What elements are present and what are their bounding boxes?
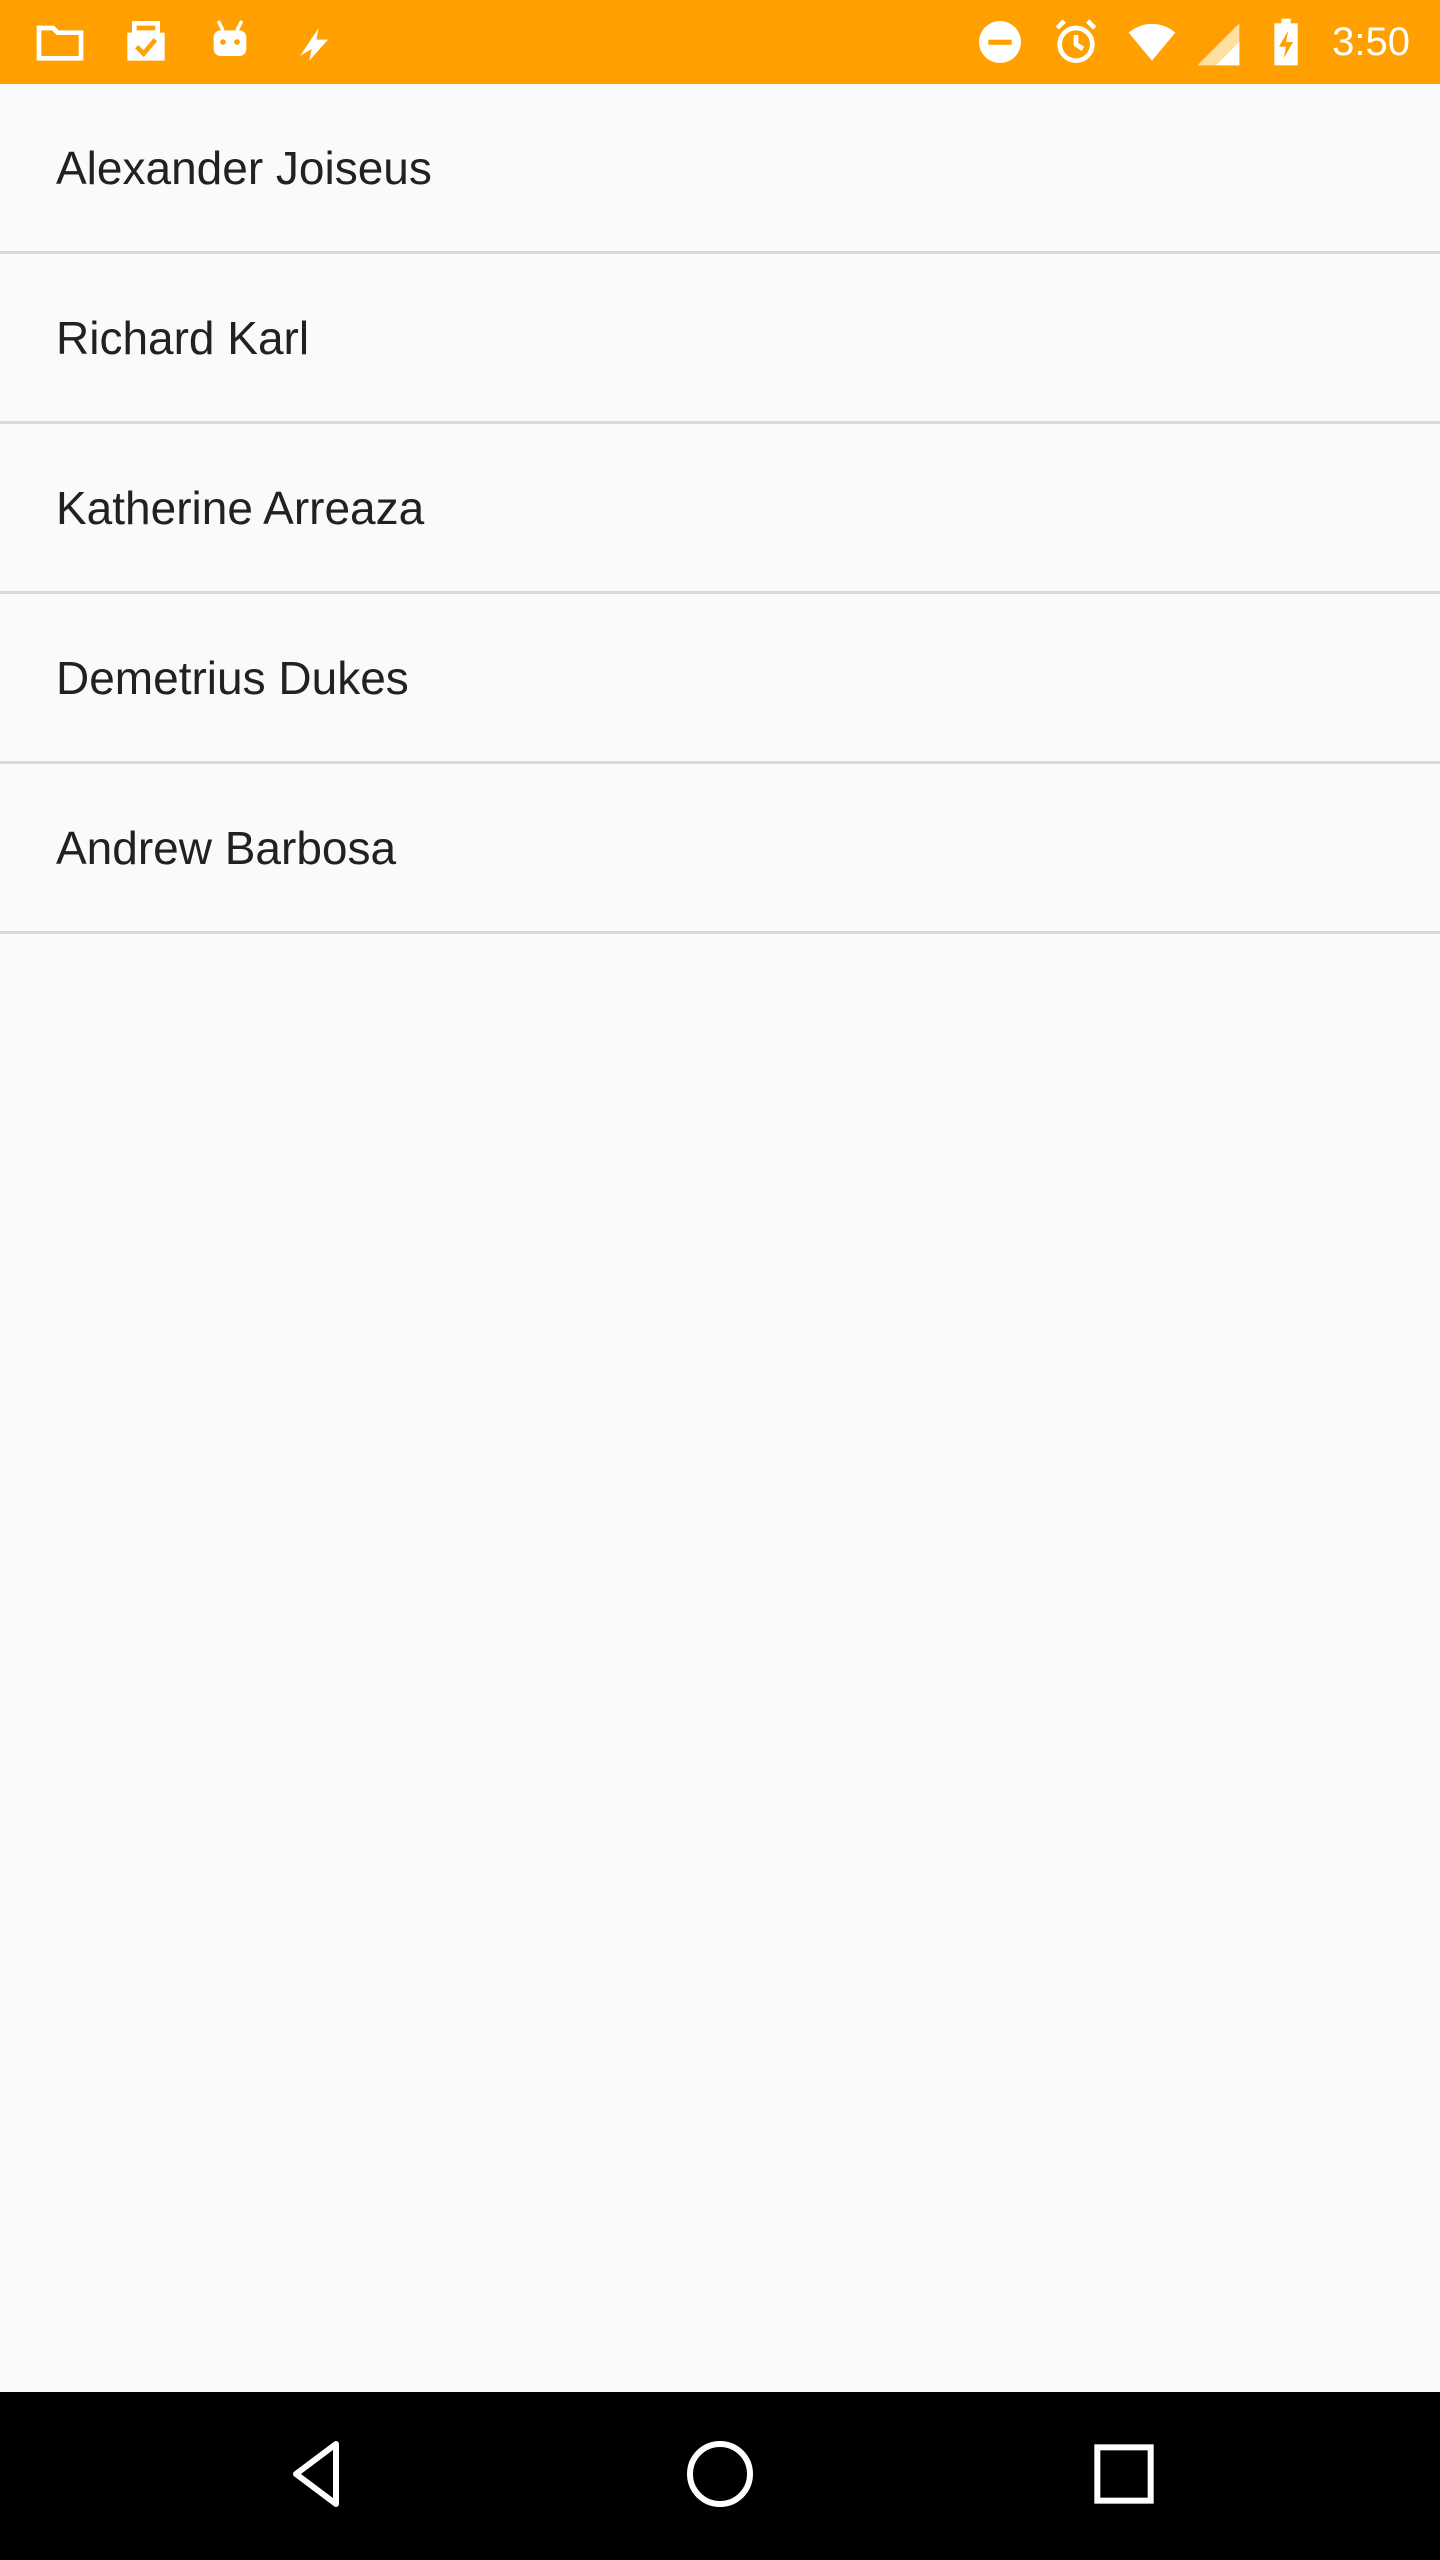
back-icon [276, 2434, 356, 2518]
recents-icon [1084, 2434, 1164, 2518]
back-button[interactable] [266, 2426, 366, 2526]
android-icon [202, 14, 258, 70]
list-item[interactable]: Alexander Joiseus [0, 84, 1440, 254]
home-button[interactable] [670, 2426, 770, 2526]
list-item[interactable]: Demetrius Dukes [0, 594, 1440, 764]
battery-charging-icon [1258, 14, 1314, 70]
status-time: 3:50 [1332, 20, 1410, 64]
contact-name: Andrew Barbosa [56, 821, 397, 874]
contact-name: Richard Karl [56, 311, 310, 364]
status-bar: 3:50 [0, 0, 1440, 84]
alarm-icon [1048, 14, 1104, 70]
signal-icon [1188, 14, 1244, 70]
contact-list: Alexander Joiseus Richard Karl Katherine… [0, 84, 1440, 934]
folder-icon [32, 14, 88, 70]
list-item[interactable]: Katherine Arreaza [0, 424, 1440, 594]
navigation-bar [0, 2392, 1440, 2560]
lightning-icon [286, 14, 342, 70]
list-item[interactable]: Andrew Barbosa [0, 764, 1440, 934]
contact-name: Katherine Arreaza [56, 481, 425, 534]
contact-name: Alexander Joiseus [56, 141, 432, 194]
clipboard-check-icon [118, 14, 174, 70]
home-icon [680, 2434, 760, 2518]
recents-button[interactable] [1074, 2426, 1174, 2526]
wifi-icon [1124, 14, 1180, 70]
list-item[interactable]: Richard Karl [0, 254, 1440, 424]
do-not-disturb-icon [972, 14, 1028, 70]
contact-name: Demetrius Dukes [56, 651, 409, 704]
